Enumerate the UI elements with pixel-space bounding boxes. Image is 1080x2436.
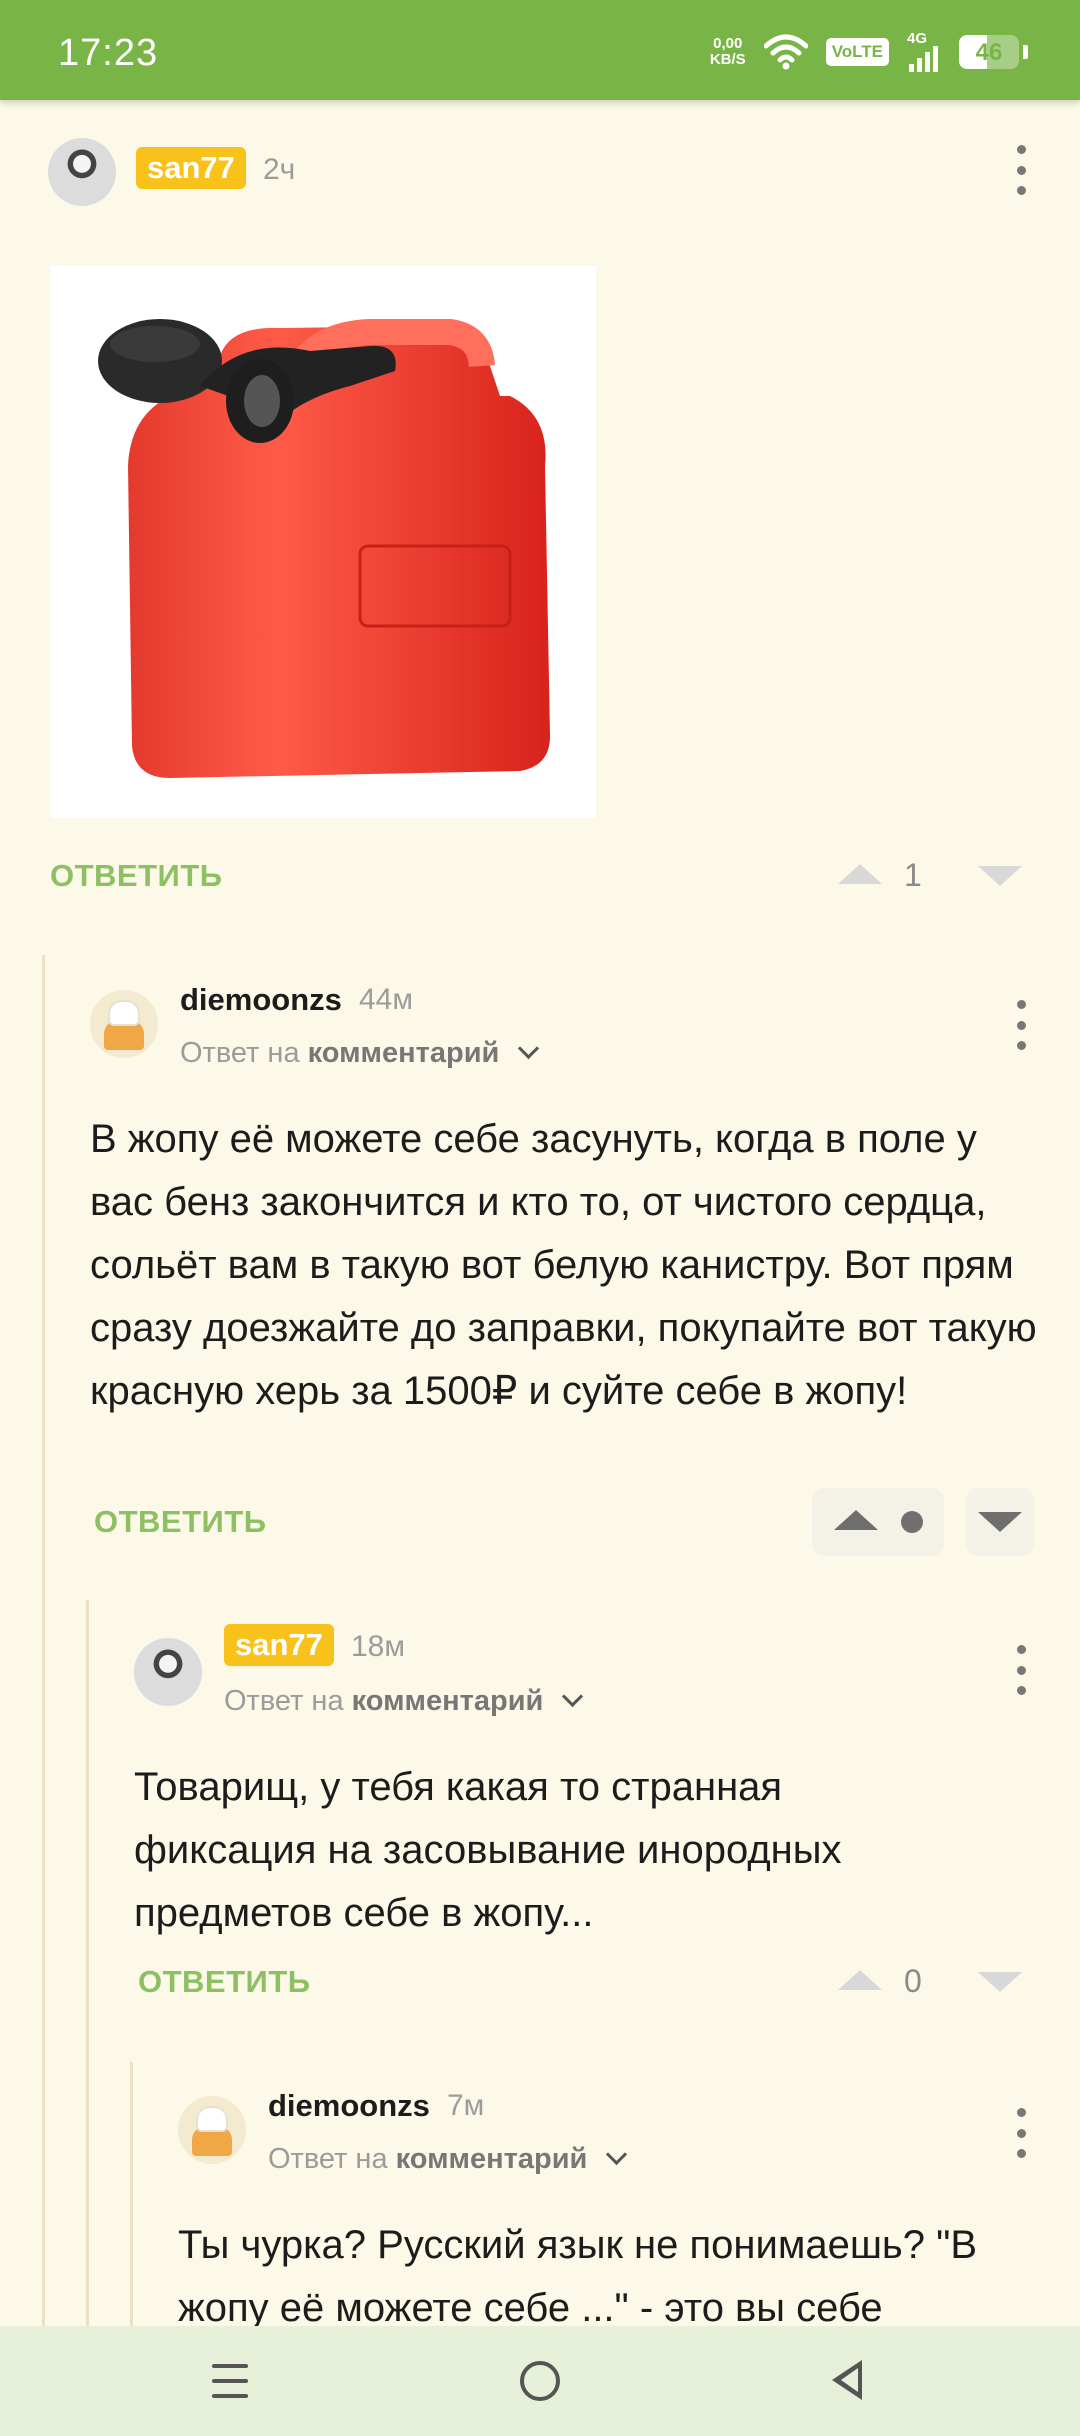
net-speed-unit: KB/S bbox=[709, 51, 746, 68]
more-options-icon[interactable] bbox=[1009, 2108, 1033, 2158]
net-speed-value: 0,00 bbox=[713, 35, 743, 52]
avatar[interactable] bbox=[90, 990, 158, 1058]
username[interactable]: diemoonzs bbox=[180, 982, 342, 1018]
volte-badge: VoLTE bbox=[825, 38, 889, 66]
status-time: 17:23 bbox=[58, 32, 159, 74]
status-icons: 0,00 KB/S VoLTE 4G 46 bbox=[710, 30, 1028, 74]
thread-line bbox=[86, 1600, 89, 2326]
reply-to-link[interactable]: Ответ на комментарий bbox=[224, 1685, 584, 1718]
navigation-bar bbox=[0, 2326, 1080, 2436]
comment-image[interactable] bbox=[50, 266, 596, 818]
upvote-button[interactable] bbox=[838, 864, 882, 884]
upvote-box[interactable] bbox=[812, 1488, 944, 1556]
downvote-button[interactable] bbox=[978, 1512, 1022, 1532]
chevron-down-icon bbox=[518, 1037, 540, 1060]
vote-score: 1 bbox=[904, 857, 922, 893]
reply-to-link[interactable]: Ответ на комментарий bbox=[180, 1037, 540, 1070]
comment-time: 2ч bbox=[263, 153, 296, 186]
comment-time: 18м bbox=[351, 1630, 405, 1663]
vote-neutral-dot bbox=[901, 1511, 923, 1533]
fuel-canister-image bbox=[98, 319, 550, 778]
chevron-down-icon bbox=[606, 2143, 628, 2166]
avatar[interactable] bbox=[48, 138, 116, 206]
battery-icon: 46 bbox=[959, 35, 1019, 69]
recent-apps-icon[interactable] bbox=[212, 2364, 248, 2398]
reply-button[interactable]: ОТВЕТИТЬ bbox=[50, 858, 223, 894]
reply-button[interactable]: ОТВЕТИТЬ bbox=[94, 1504, 267, 1540]
username-badge[interactable]: san77 bbox=[136, 147, 246, 189]
avatar[interactable] bbox=[178, 2096, 246, 2164]
thread-line bbox=[130, 2062, 133, 2326]
vote-score: 0 bbox=[904, 1963, 922, 1999]
reply-to-prefix: Ответ на bbox=[268, 2143, 388, 2175]
comment-text: Товарищ, у тебя какая то странная фиксац… bbox=[134, 1765, 842, 1935]
reply-to-link[interactable]: Ответ на комментарий bbox=[268, 2143, 628, 2176]
comment-time: 44м bbox=[359, 983, 413, 1016]
home-icon[interactable] bbox=[520, 2361, 560, 2401]
net-speed: 0,00 KB/S bbox=[710, 36, 746, 68]
downvote-button[interactable] bbox=[978, 1972, 1022, 1992]
reply-to-target: комментарий bbox=[307, 1037, 500, 1069]
back-icon[interactable] bbox=[832, 2360, 862, 2400]
battery-cap bbox=[1023, 45, 1028, 59]
thread-line bbox=[42, 955, 45, 2326]
reply-to-target: комментарий bbox=[351, 1685, 544, 1717]
wifi-icon bbox=[763, 34, 808, 70]
more-options-icon[interactable] bbox=[1009, 1645, 1033, 1695]
comment-text: Ты чурка? Русский язык не понимаешь? "В … bbox=[178, 2223, 978, 2326]
battery-level: 46 bbox=[975, 39, 1003, 66]
reply-button[interactable]: ОТВЕТИТЬ bbox=[138, 1964, 311, 2000]
more-options-icon[interactable] bbox=[1009, 1000, 1033, 1050]
more-options-icon[interactable] bbox=[1009, 145, 1033, 195]
reply-to-prefix: Ответ на bbox=[180, 1037, 300, 1069]
upvote-button[interactable] bbox=[838, 1970, 882, 1990]
upvote-button[interactable] bbox=[834, 1510, 878, 1530]
downvote-button[interactable] bbox=[978, 866, 1022, 886]
comment-time: 7м bbox=[447, 2089, 485, 2122]
chevron-down-icon bbox=[562, 1685, 584, 1708]
username[interactable]: diemoonzs bbox=[268, 2088, 430, 2124]
comment-text: В жопу её можете себе засунуть, когда в … bbox=[90, 1117, 1037, 1413]
status-bar: 17:23 0,00 KB/S VoLTE 4G 46 bbox=[0, 0, 1080, 100]
signal-label: 4G bbox=[907, 30, 928, 47]
reply-to-prefix: Ответ на bbox=[224, 1685, 344, 1717]
username-badge[interactable]: san77 bbox=[224, 1624, 334, 1666]
reply-to-target: комментарий bbox=[395, 2143, 588, 2175]
signal-icon: 4G bbox=[907, 30, 941, 72]
avatar[interactable] bbox=[134, 1638, 202, 1706]
